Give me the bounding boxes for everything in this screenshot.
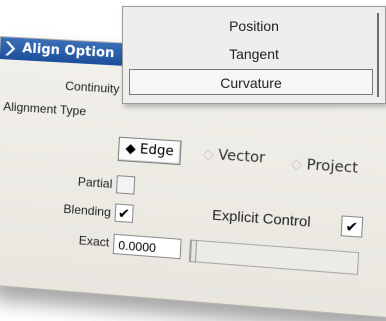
partial-checkbox[interactable] bbox=[116, 175, 135, 194]
dialog-title: Align Option bbox=[22, 41, 115, 61]
screen: Align Option Continuity Alignment Type ◆… bbox=[0, 0, 386, 321]
blending-label: Blending bbox=[46, 201, 111, 220]
chevron-right-icon bbox=[4, 40, 19, 57]
explicit-control-checkbox[interactable]: ✔ bbox=[341, 215, 364, 237]
continuity-option-tangent[interactable]: Tangent bbox=[123, 41, 385, 67]
dialog-title-bar[interactable]: Align Option bbox=[0, 37, 142, 67]
alignment-edge-option[interactable]: ◆ Edge bbox=[118, 137, 182, 165]
alignment-vector-label: Vector bbox=[218, 147, 266, 166]
menu-scrollbar[interactable] bbox=[377, 13, 379, 97]
exact-slider-thumb[interactable] bbox=[190, 240, 197, 263]
explicit-control-label: Explicit Control bbox=[212, 206, 311, 230]
alignment-project-option[interactable]: ◇ Project bbox=[290, 156, 358, 177]
alignment-project-label: Project bbox=[306, 157, 358, 177]
blending-checkbox[interactable]: ✔ bbox=[114, 203, 133, 223]
continuity-label: Continuity bbox=[38, 77, 120, 96]
continuity-option-position[interactable]: Position bbox=[123, 13, 385, 39]
alignment-type-label: Alignment Type bbox=[3, 99, 87, 118]
diamond-filled-icon: ◆ bbox=[125, 141, 136, 157]
alignment-edge-label: Edge bbox=[140, 142, 175, 159]
diamond-outline-icon: ◇ bbox=[290, 156, 302, 173]
checkmark-icon: ✔ bbox=[345, 219, 359, 237]
checkmark-icon: ✔ bbox=[118, 206, 131, 223]
diamond-outline-icon: ◇ bbox=[202, 146, 214, 163]
exact-label: Exact bbox=[44, 231, 109, 250]
exact-value-field[interactable]: 0.0000 bbox=[113, 234, 182, 259]
continuity-option-curvature[interactable]: Curvature bbox=[129, 69, 373, 95]
alignment-vector-option[interactable]: ◇ Vector bbox=[202, 146, 265, 166]
exact-slider[interactable] bbox=[189, 239, 359, 275]
continuity-dropdown-menu: Position Tangent Curvature bbox=[122, 6, 386, 104]
partial-label: Partial bbox=[47, 172, 112, 191]
